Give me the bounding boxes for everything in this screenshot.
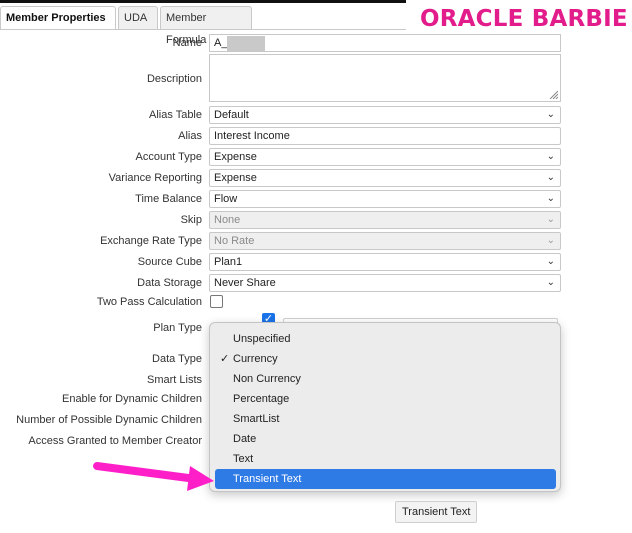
arrow-right-icon [93, 462, 214, 491]
